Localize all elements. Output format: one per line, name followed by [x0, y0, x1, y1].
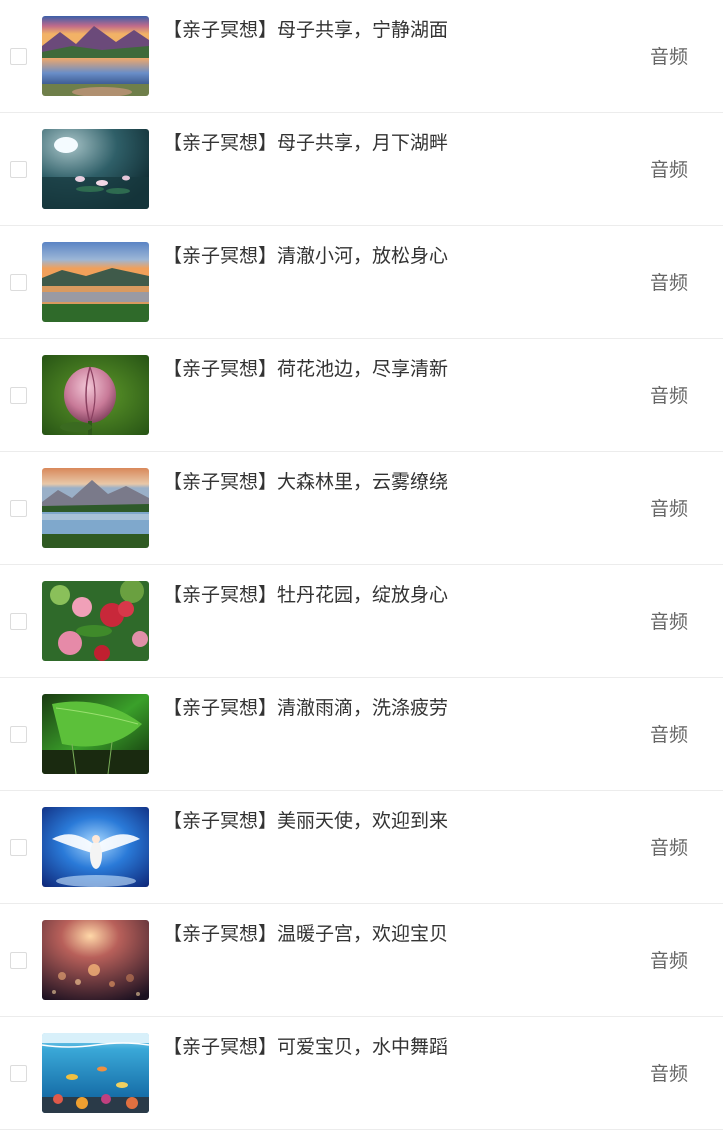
- item-type-label: 音频: [650, 46, 689, 68]
- item-type-label: 音频: [650, 1063, 689, 1085]
- item-type-label: 音频: [650, 159, 689, 181]
- list-item[interactable]: 【亲子冥想】大森林里，云雾缭绕 音频: [0, 452, 723, 565]
- item-type-label: 音频: [650, 498, 689, 520]
- list-item[interactable]: 【亲子冥想】清澈小河，放松身心 音频: [0, 226, 723, 339]
- select-checkbox[interactable]: [10, 839, 27, 856]
- list-item[interactable]: 【亲子冥想】牡丹花园，绽放身心 音频: [0, 565, 723, 678]
- item-type-label: 音频: [650, 837, 689, 859]
- select-checkbox[interactable]: [10, 48, 27, 65]
- select-checkbox[interactable]: [10, 952, 27, 969]
- item-title[interactable]: 【亲子冥想】清澈小河，放松身心: [163, 244, 448, 268]
- select-checkbox[interactable]: [10, 500, 27, 517]
- thumbnail-image[interactable]: [42, 355, 149, 435]
- item-title[interactable]: 【亲子冥想】可爱宝贝，水中舞蹈: [163, 1035, 448, 1059]
- list-item[interactable]: 【亲子冥想】清澈雨滴，洗涤疲劳 音频: [0, 678, 723, 791]
- list-item[interactable]: 【亲子冥想】温暖子宫，欢迎宝贝 音频: [0, 904, 723, 1017]
- list-item[interactable]: 【亲子冥想】母子共享，宁静湖面 音频: [0, 0, 723, 113]
- list-item[interactable]: 【亲子冥想】荷花池边，尽享清新 音频: [0, 339, 723, 452]
- list-item[interactable]: 【亲子冥想】母子共享，月下湖畔 音频: [0, 113, 723, 226]
- select-checkbox[interactable]: [10, 613, 27, 630]
- select-checkbox[interactable]: [10, 726, 27, 743]
- item-type-label: 音频: [650, 611, 689, 633]
- audio-list: 【亲子冥想】母子共享，宁静湖面 音频 【亲子冥想】母子共享，月下湖畔 音频 【亲…: [0, 0, 723, 1130]
- item-type-label: 音频: [650, 724, 689, 746]
- item-title[interactable]: 【亲子冥想】牡丹花园，绽放身心: [163, 583, 448, 607]
- thumbnail-image[interactable]: [42, 16, 149, 96]
- select-checkbox[interactable]: [10, 274, 27, 291]
- item-title[interactable]: 【亲子冥想】母子共享，月下湖畔: [163, 131, 448, 155]
- thumbnail-image[interactable]: [42, 242, 149, 322]
- thumbnail-image[interactable]: [42, 1033, 149, 1113]
- select-checkbox[interactable]: [10, 1065, 27, 1082]
- thumbnail-image[interactable]: [42, 129, 149, 209]
- list-item[interactable]: 【亲子冥想】可爱宝贝，水中舞蹈 音频: [0, 1017, 723, 1130]
- item-type-label: 音频: [650, 385, 689, 407]
- item-title[interactable]: 【亲子冥想】美丽天使，欢迎到来: [163, 809, 448, 833]
- thumbnail-image[interactable]: [42, 807, 149, 887]
- item-title[interactable]: 【亲子冥想】大森林里，云雾缭绕: [163, 470, 448, 494]
- select-checkbox[interactable]: [10, 387, 27, 404]
- thumbnail-image[interactable]: [42, 694, 149, 774]
- item-title[interactable]: 【亲子冥想】荷花池边，尽享清新: [163, 357, 448, 381]
- thumbnail-image[interactable]: [42, 920, 149, 1000]
- list-item[interactable]: 【亲子冥想】美丽天使，欢迎到来 音频: [0, 791, 723, 904]
- item-title[interactable]: 【亲子冥想】清澈雨滴，洗涤疲劳: [163, 696, 448, 720]
- item-title[interactable]: 【亲子冥想】温暖子宫，欢迎宝贝: [163, 922, 448, 946]
- item-title[interactable]: 【亲子冥想】母子共享，宁静湖面: [163, 18, 448, 42]
- select-checkbox[interactable]: [10, 161, 27, 178]
- thumbnail-image[interactable]: [42, 468, 149, 548]
- thumbnail-image[interactable]: [42, 581, 149, 661]
- item-type-label: 音频: [650, 950, 689, 972]
- item-type-label: 音频: [650, 272, 689, 294]
